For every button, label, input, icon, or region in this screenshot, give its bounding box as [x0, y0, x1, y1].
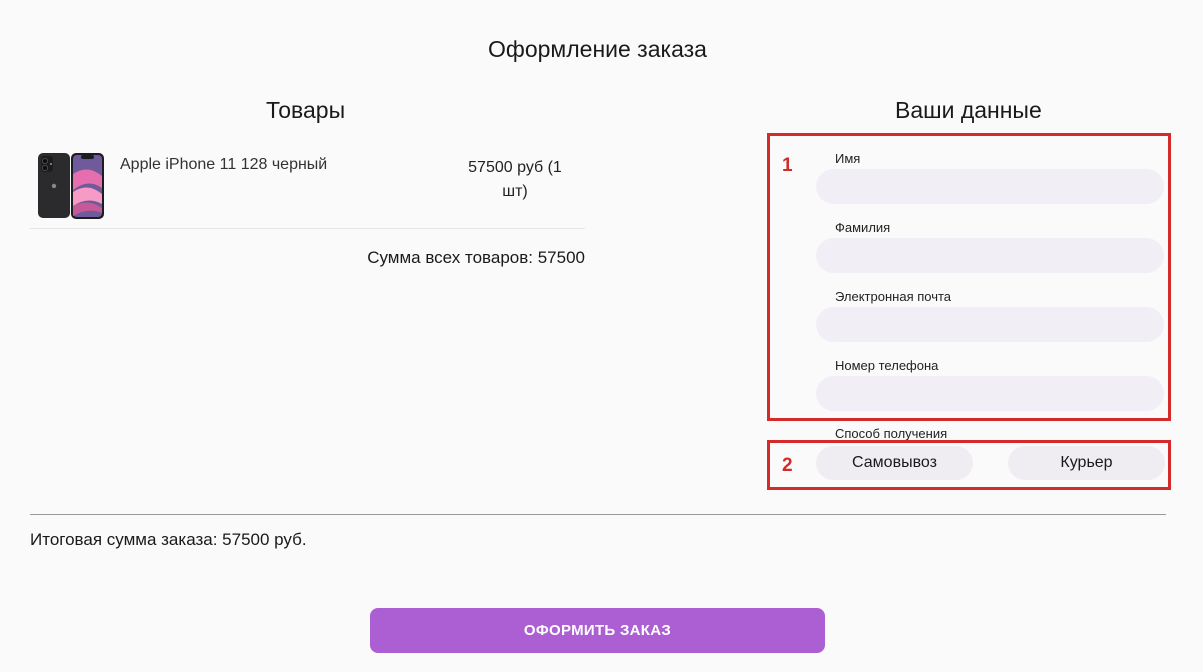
email-label: Электронная почта [835, 289, 952, 304]
phone-label: Номер телефона [835, 358, 939, 373]
goods-sum: Сумма всех товаров: 57500 [367, 248, 585, 267]
product-name[interactable]: Apple iPhone 11 128 черный [120, 156, 327, 174]
order-total: Итоговая сумма заказа: 57500 руб. [30, 530, 307, 549]
first-name-input[interactable] [816, 169, 1164, 204]
last-name-input[interactable] [816, 238, 1164, 273]
cart-item: Apple iPhone 11 128 черный 57500 руб (1 … [30, 150, 585, 229]
phone-input[interactable] [816, 376, 1164, 411]
product-image [36, 152, 106, 220]
product-price: 57500 руб (1 шт) [468, 159, 562, 200]
delivery-method-label: Способ получения [835, 426, 948, 441]
email-input[interactable] [816, 307, 1164, 342]
last-name-label: Фамилия [835, 220, 891, 235]
annotation-number-2: 2 [782, 455, 793, 476]
place-order-button[interactable]: ОФОРМИТЬ ЗАКАЗ [370, 608, 825, 653]
divider [30, 514, 1166, 515]
customer-section-title: Ваши данные [895, 97, 1042, 123]
goods-section-title: Товары [266, 97, 346, 123]
pickup-button[interactable]: Самовывоз [816, 446, 973, 480]
courier-button[interactable]: Курьер [1008, 446, 1165, 480]
page-title: Оформление заказа [488, 36, 707, 62]
first-name-label: Имя [835, 151, 861, 166]
annotation-number-1: 1 [782, 155, 793, 176]
